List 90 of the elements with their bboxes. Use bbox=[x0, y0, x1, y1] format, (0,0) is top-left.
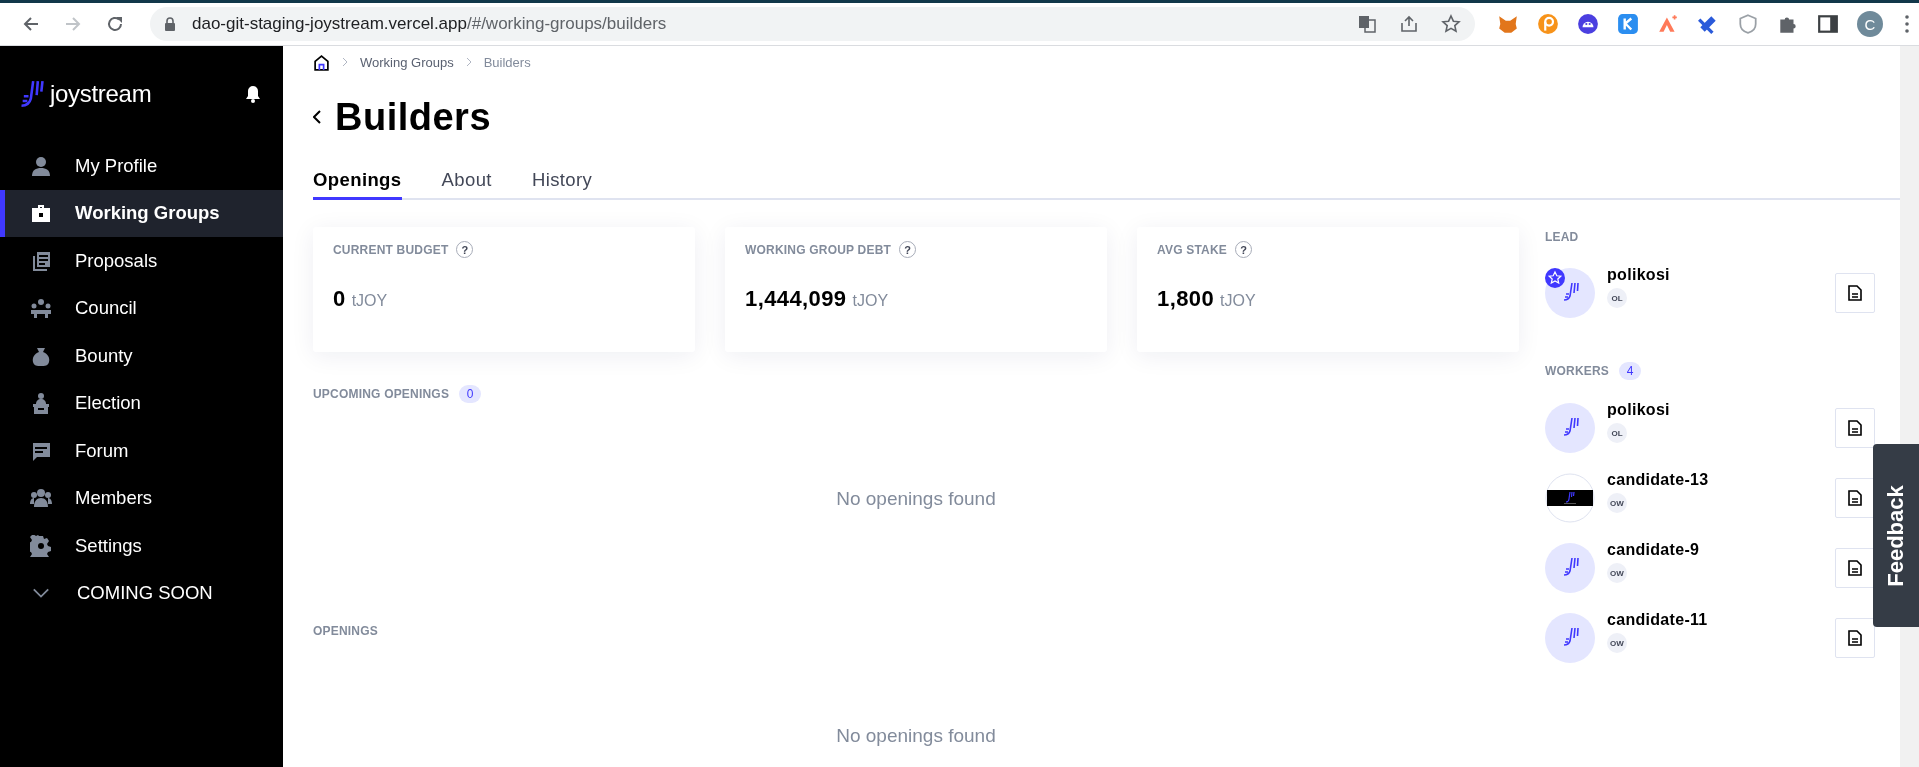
chevron-icon bbox=[32, 587, 50, 600]
section-heading: UPCOMING OPENINGS bbox=[313, 387, 450, 401]
address-bar[interactable]: dao-git-staging-joystream.vercel.app/#/working-groups/builders bbox=[150, 7, 1475, 41]
breadcrumb-link[interactable]: Working Groups bbox=[360, 54, 454, 70]
document-button[interactable] bbox=[1835, 478, 1875, 518]
extension-icon[interactable] bbox=[1617, 13, 1639, 35]
section-heading: LEAD bbox=[1545, 230, 1579, 244]
count-badge: 0 bbox=[459, 385, 482, 403]
document-button[interactable] bbox=[1835, 408, 1875, 448]
url-host: dao-git-staging-joystream.vercel.app bbox=[192, 14, 467, 34]
tab[interactable]: About bbox=[441, 169, 492, 200]
profile-avatar[interactable]: C bbox=[1857, 11, 1883, 37]
section-heading: WORKERS bbox=[1545, 364, 1610, 378]
stat-value: 1,444,099 bbox=[745, 286, 847, 312]
nav-item[interactable]: Forum bbox=[0, 427, 283, 475]
reload-icon[interactable] bbox=[105, 14, 125, 34]
nav-icon bbox=[30, 154, 52, 177]
satellite-icon[interactable] bbox=[1697, 13, 1719, 35]
count-badge: 4 bbox=[1619, 362, 1642, 380]
document-button[interactable] bbox=[1835, 618, 1875, 658]
nav-icon bbox=[30, 392, 52, 415]
page-title: Builders bbox=[335, 95, 492, 139]
logo-text: joystream bbox=[50, 80, 152, 108]
nav-item[interactable]: My Profile bbox=[0, 142, 283, 190]
nav-item[interactable]: Bounty bbox=[0, 332, 283, 380]
role-badge: OL bbox=[1607, 423, 1627, 443]
share-icon[interactable] bbox=[1399, 14, 1419, 34]
member-name[interactable]: polikosi bbox=[1607, 401, 1835, 419]
stat-value: 0 bbox=[333, 286, 346, 312]
document-icon bbox=[1848, 285, 1862, 301]
role-badge: OW bbox=[1607, 563, 1627, 583]
stat-label: AVG STAKE bbox=[1157, 242, 1228, 257]
stat-unit: tJOY bbox=[1220, 292, 1256, 310]
url-path: /#/working-groups/builders bbox=[466, 14, 667, 34]
lock-icon bbox=[164, 17, 176, 31]
member-name[interactable]: polikosi bbox=[1607, 266, 1835, 284]
document-icon bbox=[1848, 560, 1862, 576]
member-name[interactable]: candidate-11 bbox=[1607, 611, 1835, 629]
stat-unit: tJOY bbox=[852, 292, 889, 310]
side-panel-icon[interactable] bbox=[1817, 13, 1839, 35]
document-icon bbox=[1848, 630, 1862, 646]
empty-message: No openings found bbox=[835, 724, 997, 748]
tab[interactable]: Openings bbox=[313, 169, 402, 200]
nav-item[interactable]: Members bbox=[0, 474, 283, 522]
stat-unit: tJOY bbox=[351, 292, 388, 310]
avatar-icon bbox=[1545, 543, 1595, 593]
role-badge: OW bbox=[1607, 633, 1627, 653]
star-icon[interactable] bbox=[1441, 14, 1461, 34]
tab[interactable]: History bbox=[531, 169, 593, 200]
nav-icon bbox=[30, 202, 52, 225]
logo-icon bbox=[20, 80, 44, 108]
role-badge: OL bbox=[1607, 288, 1627, 308]
member-name[interactable]: candidate-9 bbox=[1607, 541, 1835, 559]
member-name[interactable]: candidate-13 bbox=[1607, 471, 1835, 489]
nav-item[interactable]: Settings bbox=[0, 522, 283, 570]
nav-item[interactable]: Election bbox=[0, 379, 283, 427]
section-toggle[interactable]: COMING SOON bbox=[0, 569, 283, 617]
chevron-icon bbox=[465, 57, 472, 67]
feedback-tab[interactable]: Feedback bbox=[1873, 444, 1919, 627]
chevron-icon bbox=[342, 57, 348, 67]
home-icon[interactable] bbox=[313, 53, 330, 71]
nav-item[interactable]: Council bbox=[0, 284, 283, 332]
fox-icon[interactable] bbox=[1497, 13, 1519, 35]
stat-label: CURRENT BUDGET bbox=[333, 242, 449, 257]
empty-message: No openings found bbox=[835, 487, 997, 511]
avatar-icon bbox=[1545, 613, 1595, 663]
document-icon bbox=[1848, 420, 1862, 436]
document-button[interactable] bbox=[1835, 273, 1875, 313]
ghost-icon[interactable] bbox=[1577, 13, 1599, 35]
nav-item[interactable]: Working Groups bbox=[0, 189, 283, 237]
back-icon[interactable] bbox=[313, 110, 321, 124]
document-icon bbox=[1848, 490, 1862, 506]
nav-icon bbox=[30, 534, 52, 557]
nav-item[interactable]: Proposals bbox=[0, 237, 283, 285]
shield-icon[interactable] bbox=[1737, 13, 1759, 35]
translate-icon[interactable] bbox=[1357, 14, 1377, 34]
stat-label: WORKING GROUP DEBT bbox=[745, 242, 892, 257]
menu-icon[interactable] bbox=[1905, 15, 1909, 33]
document-button[interactable] bbox=[1835, 548, 1875, 588]
scrollbar[interactable] bbox=[1900, 46, 1919, 444]
extension-icon[interactable] bbox=[1657, 13, 1679, 35]
nav-icon bbox=[30, 487, 52, 510]
nav-icon bbox=[30, 249, 52, 272]
role-badge: OW bbox=[1607, 493, 1627, 513]
stat-value: 1,800 bbox=[1157, 286, 1215, 312]
bell-icon[interactable] bbox=[245, 85, 261, 103]
avatar-icon bbox=[1545, 403, 1595, 453]
nav-icon bbox=[30, 297, 52, 320]
section-heading: OPENINGS bbox=[313, 624, 378, 638]
breadcrumb-link[interactable]: Builders bbox=[483, 54, 531, 70]
